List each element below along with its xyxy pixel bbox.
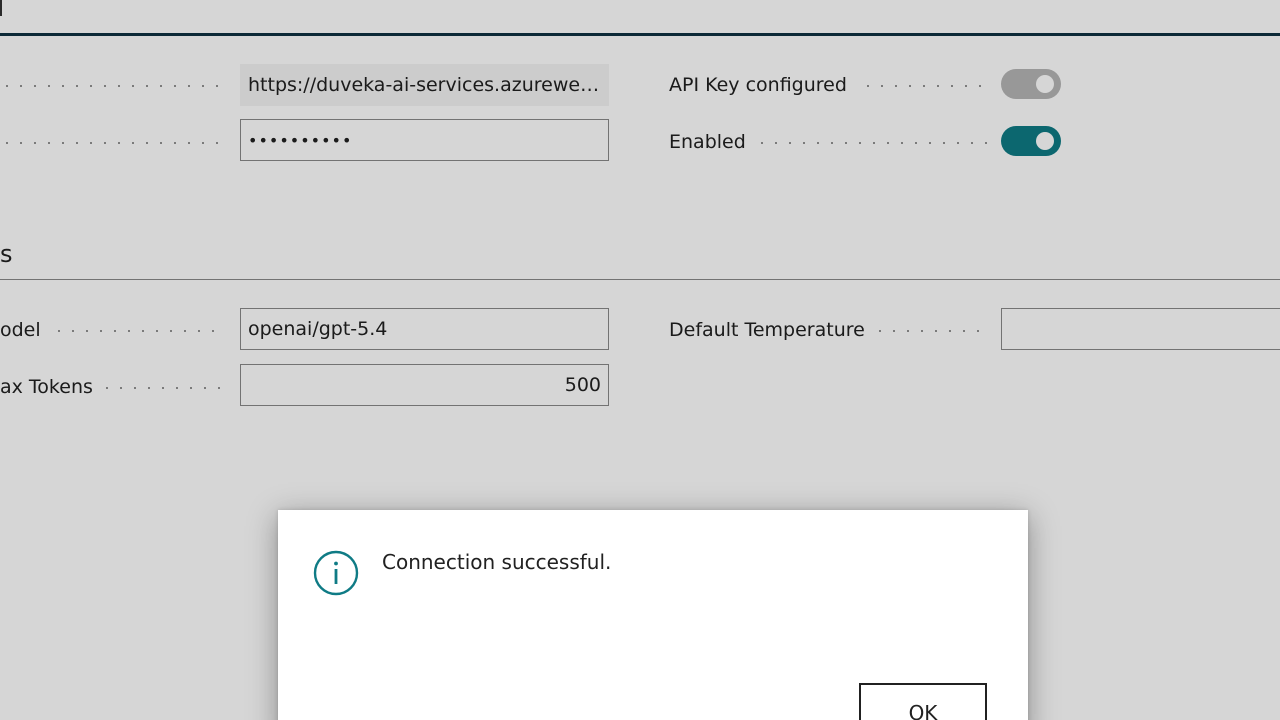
message-dialog: Connection successful. OK bbox=[278, 510, 1028, 720]
dialog-message: Connection successful. bbox=[382, 550, 612, 574]
ok-button[interactable]: OK bbox=[860, 684, 986, 720]
info-icon bbox=[313, 550, 359, 596]
